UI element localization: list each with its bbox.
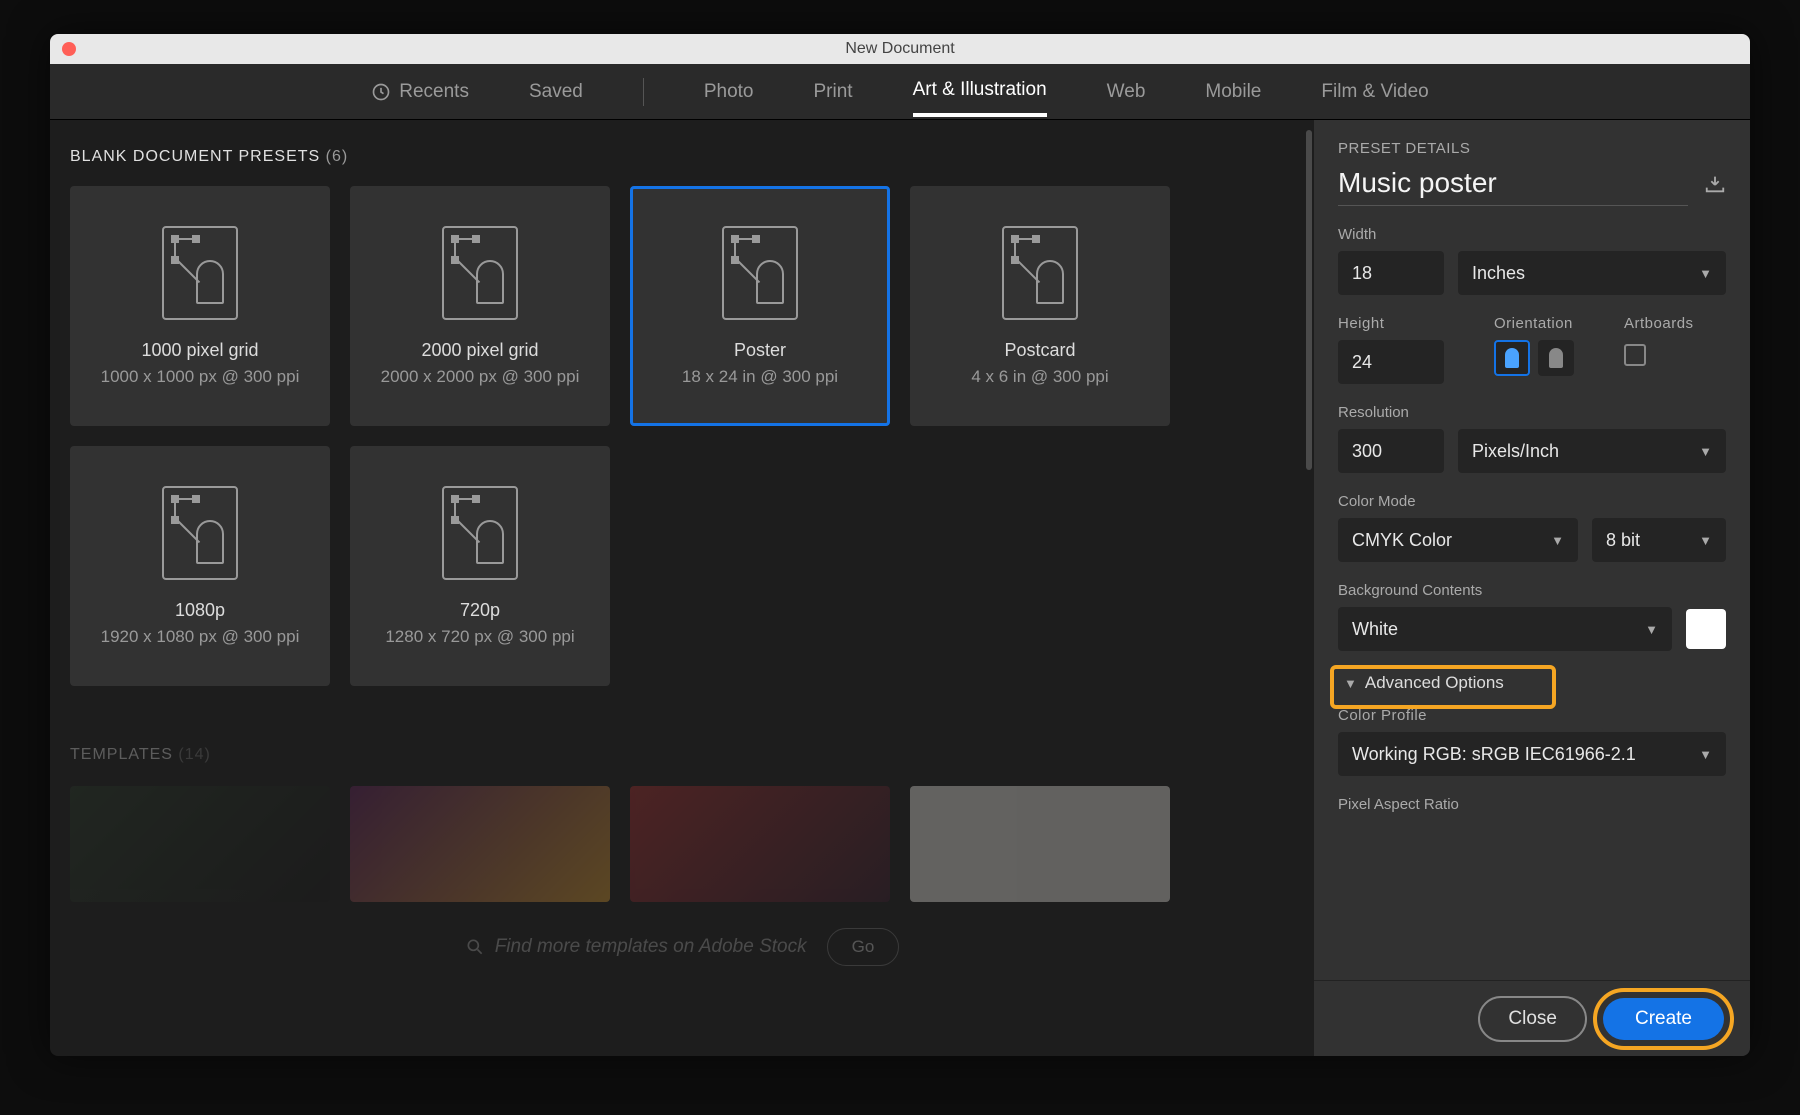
- document-icon: [442, 486, 518, 580]
- tab-film-video[interactable]: Film & Video: [1321, 69, 1428, 115]
- chevron-down-icon: ▼: [1699, 533, 1712, 548]
- artboards-checkbox[interactable]: [1624, 344, 1646, 366]
- save-preset-icon[interactable]: [1704, 174, 1726, 199]
- tab-web[interactable]: Web: [1107, 69, 1146, 115]
- window-title: New Document: [76, 40, 1724, 58]
- create-button[interactable]: Create: [1603, 998, 1724, 1040]
- tab-photo[interactable]: Photo: [704, 69, 754, 115]
- document-icon: [1002, 226, 1078, 320]
- background-select[interactable]: White▼: [1338, 607, 1672, 651]
- units-select[interactable]: Inches▼: [1458, 251, 1726, 295]
- document-icon: [722, 226, 798, 320]
- document-name-input[interactable]: Music poster: [1338, 167, 1688, 206]
- color-mode-label: Color Mode: [1338, 493, 1726, 510]
- orientation-label: Orientation: [1494, 315, 1574, 332]
- resolution-label: Resolution: [1338, 404, 1726, 421]
- document-icon: [442, 226, 518, 320]
- document-icon: [162, 486, 238, 580]
- chevron-down-icon: ▼: [1551, 533, 1564, 548]
- preset-1080p[interactable]: 1080p 1920 x 1080 px @ 300 ppi: [70, 446, 330, 686]
- template-search[interactable]: Find more templates on Adobe Stock: [465, 936, 807, 958]
- portrait-icon: [1505, 348, 1519, 368]
- width-input[interactable]: [1338, 251, 1444, 295]
- color-mode-select[interactable]: CMYK Color▼: [1338, 518, 1578, 562]
- chevron-down-icon: ▼: [1699, 444, 1712, 459]
- preset-details-header: PRESET DETAILS: [1338, 140, 1726, 157]
- tab-divider: [643, 78, 644, 106]
- tab-recents[interactable]: Recents: [371, 69, 469, 115]
- height-label: Height: [1338, 315, 1444, 332]
- height-input[interactable]: [1338, 340, 1444, 384]
- templates-section: TEMPLATES (14) Find more templates on Ad…: [70, 746, 1294, 966]
- resolution-input[interactable]: [1338, 429, 1444, 473]
- advanced-options-toggle[interactable]: ▼ Advanced Options: [1338, 667, 1726, 699]
- preset-postcard[interactable]: Postcard 4 x 6 in @ 300 ppi: [910, 186, 1170, 426]
- close-window-icon[interactable]: [62, 42, 76, 56]
- preset-poster[interactable]: Poster 18 x 24 in @ 300 ppi: [630, 186, 890, 426]
- preset-1000-pixel-grid[interactable]: 1000 pixel grid 1000 x 1000 px @ 300 ppi: [70, 186, 330, 426]
- close-button[interactable]: Close: [1478, 996, 1587, 1042]
- artboards-label: Artboards: [1624, 315, 1694, 332]
- presets-panel: BLANK DOCUMENT PRESETS (6) 1000 pixel gr…: [50, 120, 1314, 1056]
- landscape-icon: [1549, 348, 1563, 368]
- blank-presets-header: BLANK DOCUMENT PRESETS (6): [70, 148, 1294, 166]
- preset-720p[interactable]: 720p 1280 x 720 px @ 300 ppi: [350, 446, 610, 686]
- color-profile-select[interactable]: Working RGB: sRGB IEC61966-2.1▼: [1338, 732, 1726, 776]
- background-label: Background Contents: [1338, 582, 1726, 599]
- orientation-portrait[interactable]: [1494, 340, 1530, 376]
- search-icon: [465, 937, 485, 957]
- chevron-down-icon: ▼: [1699, 747, 1712, 762]
- titlebar: New Document: [50, 34, 1750, 64]
- templates-header: TEMPLATES (14): [70, 746, 1294, 764]
- preset-2000-pixel-grid[interactable]: 2000 pixel grid 2000 x 2000 px @ 300 ppi: [350, 186, 610, 426]
- tab-saved[interactable]: Saved: [529, 69, 583, 115]
- chevron-down-icon: ▼: [1645, 622, 1658, 637]
- template-thumb[interactable]: [630, 786, 890, 902]
- resolution-units-select[interactable]: Pixels/Inch▼: [1458, 429, 1726, 473]
- pixel-aspect-ratio-label: Pixel Aspect Ratio: [1338, 796, 1726, 813]
- template-thumb[interactable]: [910, 786, 1170, 902]
- chevron-down-icon: ▼: [1344, 676, 1357, 691]
- tab-recents-label: Recents: [399, 81, 469, 103]
- chevron-down-icon: ▼: [1699, 266, 1712, 281]
- document-icon: [162, 226, 238, 320]
- orientation-landscape[interactable]: [1538, 340, 1574, 376]
- background-color-swatch[interactable]: [1686, 609, 1726, 649]
- template-thumb[interactable]: [350, 786, 610, 902]
- scrollbar[interactable]: [1306, 130, 1312, 470]
- tab-mobile[interactable]: Mobile: [1205, 69, 1261, 115]
- go-button[interactable]: Go: [827, 928, 900, 966]
- new-document-dialog: New Document Recents Saved Photo Print A…: [50, 34, 1750, 1056]
- tab-art-illustration[interactable]: Art & Illustration: [913, 67, 1047, 117]
- tab-print[interactable]: Print: [813, 69, 852, 115]
- color-profile-label: Color Profile: [1338, 707, 1726, 724]
- category-tabs: Recents Saved Photo Print Art & Illustra…: [50, 64, 1750, 120]
- template-thumb[interactable]: [70, 786, 330, 902]
- width-label: Width: [1338, 226, 1726, 243]
- preset-details-panel: PRESET DETAILS Music poster Width Inches…: [1314, 120, 1750, 1056]
- bit-depth-select[interactable]: 8 bit▼: [1592, 518, 1726, 562]
- clock-icon: [371, 82, 391, 102]
